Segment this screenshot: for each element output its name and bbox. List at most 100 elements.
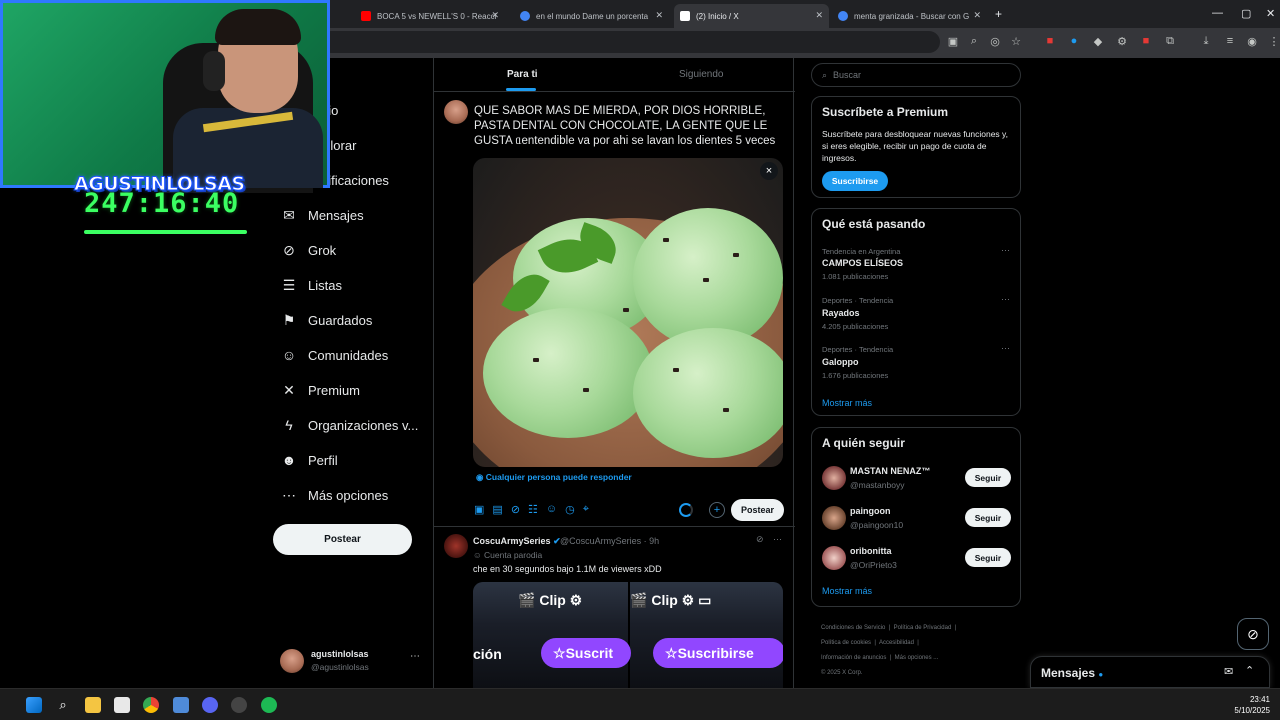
location-icon[interactable]: ⌖ [583, 503, 589, 516]
notepad-icon[interactable] [173, 697, 189, 713]
add-post-icon[interactable]: + [709, 502, 725, 518]
nav-item-more-options[interactable]: ⋯ Más opciones [280, 483, 388, 507]
chrome-icon[interactable] [143, 697, 159, 713]
follow-button[interactable]: Seguir [965, 508, 1011, 527]
nav-item-lists[interactable]: ☰ Listas [280, 273, 342, 297]
trend-title[interactable]: Rayados [822, 308, 860, 318]
close-window-icon[interactable]: ✕ [1266, 7, 1275, 20]
schedule-icon[interactable]: ◷ [565, 503, 575, 516]
remove-image-button[interactable]: × [760, 162, 778, 180]
footer-link[interactable]: Accesibilidad [879, 640, 914, 646]
close-tab-icon[interactable]: ✕ [815, 10, 823, 21]
adblock-icon[interactable]: ■ [1042, 35, 1058, 47]
media-list-icon[interactable]: ≡ [1222, 35, 1238, 47]
trend-more-icon[interactable]: ⋯ [1001, 245, 1010, 256]
nav-item-organizations[interactable]: ϟ Organizaciones v... [280, 413, 418, 437]
subscribe-button[interactable]: Suscribirse [822, 171, 888, 191]
lightning-icon: ϟ [285, 417, 293, 433]
compose-post-button[interactable]: Postear [731, 499, 784, 521]
nav-item-messages[interactable]: ✉ Mensajes [280, 203, 364, 227]
close-tab-icon[interactable]: ✕ [491, 10, 499, 21]
nav-label: Más opciones [308, 487, 389, 503]
bookmark-star-icon[interactable]: ☆ [1008, 35, 1024, 48]
grok-explain-icon[interactable]: ⊘ [756, 534, 764, 545]
search-input[interactable]: ⌕ Buscar [811, 63, 1021, 87]
extension-red-icon[interactable]: ■ [1138, 35, 1154, 47]
gif-icon[interactable]: ▤ [492, 503, 502, 516]
tweet-more-icon[interactable]: ⋯ [773, 534, 782, 545]
zoom-icon[interactable]: ⌕ [966, 35, 982, 48]
footer-link[interactable]: Información de anuncios [821, 655, 886, 661]
address-bar[interactable] [320, 31, 940, 53]
trend-title[interactable]: Galoppo [822, 357, 859, 367]
expand-chevron-icon[interactable]: ⌃ [1245, 664, 1254, 677]
grok-floating-button[interactable]: ⊘ [1237, 618, 1269, 650]
close-tab-icon[interactable]: ✕ [655, 10, 663, 21]
follow-name[interactable]: paingoon [850, 506, 891, 516]
footer-link[interactable]: Condiciones de Servicio [821, 625, 885, 631]
trend-more-icon[interactable]: ⋯ [1001, 294, 1010, 305]
avatar[interactable] [822, 506, 846, 530]
footer-link[interactable]: Política de cookies [821, 640, 871, 646]
maximize-icon[interactable]: ▢ [1241, 7, 1251, 20]
grok-compose-icon[interactable]: ⊘ [511, 503, 520, 516]
store-icon[interactable] [114, 697, 130, 713]
nav-item-profile[interactable]: ☻ Perfil [280, 448, 338, 472]
spotify-icon[interactable] [261, 697, 277, 713]
follow-show-more-link[interactable]: Mostrar más [822, 586, 872, 596]
trend-title[interactable]: CAMPOS ELÍSEOS [822, 258, 903, 268]
account-switcher[interactable]: agustinlolsas @agustinlolsas ⋯ [280, 646, 430, 676]
tweet-media[interactable]: 🎬 Clip ⚙ 🎬 Clip ⚙ ▭ ción ☆ Suscrit ☆ Sus… [473, 582, 783, 688]
extension-diamond-icon[interactable]: ◆ [1090, 35, 1106, 48]
footer-link[interactable]: Más opciones ... [895, 655, 939, 661]
reply-settings[interactable]: ◉ Cualquier persona puede responder [476, 472, 632, 483]
poll-icon[interactable]: ☷ [528, 503, 538, 516]
windows-start-icon[interactable] [26, 697, 42, 713]
nav-item-communities[interactable]: ☺ Comunidades [280, 343, 388, 367]
post-button[interactable]: Postear [273, 524, 412, 555]
image-upload-icon[interactable]: ▣ [474, 503, 484, 516]
tab-boca[interactable]: BOCA 5 vs NEWELL'S 0 - Reacci ✕ [355, 4, 505, 28]
menu-kebab-icon[interactable]: ⋮ [1266, 35, 1280, 48]
trends-show-more-link[interactable]: Mostrar más [822, 398, 872, 408]
tab-x-inicio[interactable]: (2) Inicio / X ✕ [674, 4, 829, 28]
tab-following[interactable]: Siguiendo [679, 69, 723, 80]
nav-item-bookmarks[interactable]: ⚑ Guardados [280, 308, 373, 332]
close-tab-icon[interactable]: ✕ [973, 10, 981, 21]
discord-icon[interactable] [202, 697, 218, 713]
extension-blue-icon[interactable]: ● [1066, 35, 1082, 47]
extensions-puzzle-icon[interactable]: ⧉ [1162, 35, 1178, 48]
minimize-icon[interactable]: — [1212, 7, 1223, 19]
tab-menta[interactable]: menta granizada - Buscar con G ✕ [832, 4, 987, 28]
footer-link[interactable]: Política de Privacidad [894, 625, 952, 631]
trend-more-icon[interactable]: ⋯ [1001, 343, 1010, 354]
nav-item-grok[interactable]: ⊘ Grok [280, 238, 336, 262]
tweet-author-handle[interactable]: @CoscuArmySeries · 9h [560, 536, 659, 546]
new-tab-button[interactable]: + [995, 7, 1002, 21]
download-icon[interactable]: ⤓ [1198, 35, 1214, 48]
new-message-icon[interactable]: ✉ [1224, 665, 1233, 678]
emoji-icon[interactable]: ☺ [546, 503, 557, 516]
obs-icon[interactable] [231, 697, 247, 713]
tab-porcentaje[interactable]: en el mundo Dame un porcenta ✕ [514, 4, 669, 28]
search-icon[interactable]: ⌕ [55, 697, 71, 713]
avatar[interactable] [822, 546, 846, 570]
extension-gear-icon[interactable]: ⚙ [1114, 35, 1130, 48]
file-explorer-icon[interactable] [85, 697, 101, 713]
tweet-author-name[interactable]: CoscuArmySeries ✔ [473, 536, 561, 547]
compose-textarea[interactable]: QUE SABOR MAS DE MIERDA, POR DIOS HORRIB… [474, 104, 784, 149]
follow-name[interactable]: MASTAN NENAZ™ [850, 466, 930, 476]
follow-button[interactable]: Seguir [965, 548, 1011, 567]
follow-name[interactable]: oribonitta [850, 546, 892, 556]
cast-icon[interactable]: ▣ [945, 35, 961, 48]
messages-dock[interactable]: Mensajes ● ✉ ⌃ [1030, 656, 1270, 688]
more-dots-icon[interactable]: ⋯ [410, 651, 420, 662]
avatar[interactable] [822, 466, 846, 490]
eye-off-icon[interactable]: ◎ [987, 35, 1003, 48]
follow-button[interactable]: Seguir [965, 468, 1011, 487]
tab-for-you[interactable]: Para ti [507, 69, 538, 80]
system-clock[interactable]: 23:41 5/10/2025 [1234, 694, 1270, 716]
profile-avatar-icon[interactable]: ◉ [1244, 35, 1260, 48]
nav-item-premium[interactable]: ✕ Premium [280, 378, 360, 402]
tweet-avatar[interactable] [444, 534, 468, 558]
